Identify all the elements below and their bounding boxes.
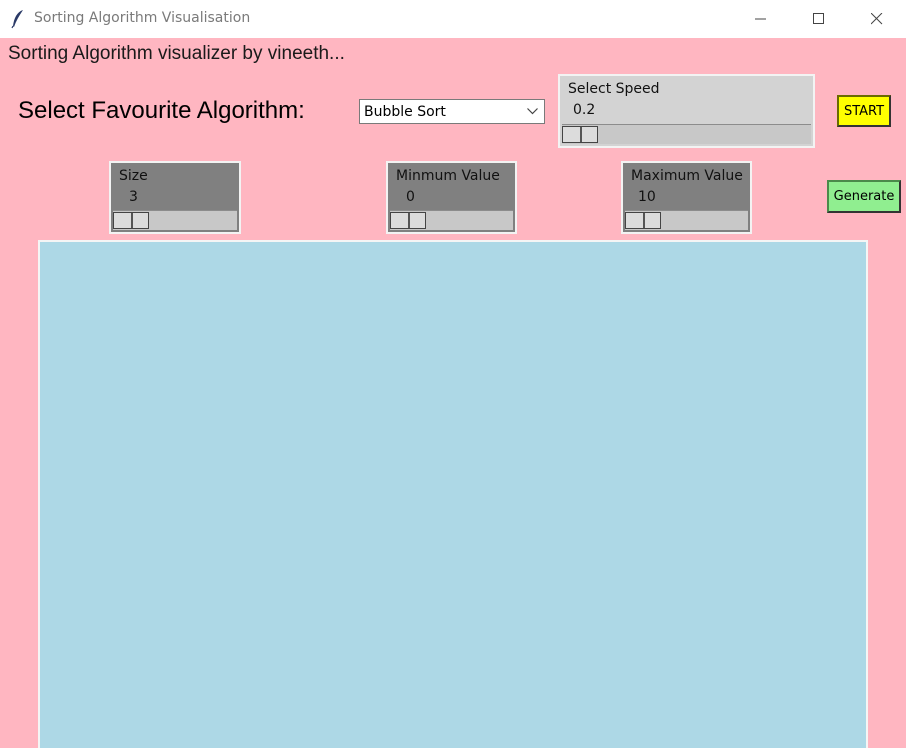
close-icon	[871, 13, 883, 25]
minimize-button[interactable]	[732, 0, 790, 38]
chevron-down-icon[interactable]	[527, 108, 538, 115]
min-value-value: 0	[406, 189, 415, 205]
size-value: 3	[129, 189, 138, 205]
size-label: Size	[119, 168, 148, 184]
max-value-label: Maximum Value	[631, 168, 743, 184]
min-value-slider[interactable]: Minmum Value 0	[386, 161, 517, 234]
title-bar[interactable]: Sorting Algorithm Visualisation	[0, 0, 906, 38]
min-value-label: Minmum Value	[396, 168, 500, 184]
minimize-icon	[755, 18, 766, 20]
algorithm-select[interactable]: Bubble Sort	[359, 99, 545, 124]
speed-slider[interactable]: Select Speed 0.2	[558, 74, 815, 148]
min-value-slider-thumb[interactable]	[390, 212, 426, 229]
app-window: Sorting Algorithm Visualisation Sorting …	[0, 0, 906, 748]
size-trough[interactable]	[113, 210, 237, 230]
visualization-canvas	[38, 240, 868, 748]
maximize-icon	[813, 13, 824, 24]
feather-icon	[11, 10, 23, 29]
speed-label: Select Speed	[568, 81, 660, 97]
min-value-trough[interactable]	[390, 210, 513, 230]
speed-slider-thumb[interactable]	[562, 126, 598, 143]
generate-button[interactable]: Generate	[827, 180, 901, 213]
max-value-trough[interactable]	[625, 210, 748, 230]
app-heading: Sorting Algorithm visualizer by vineeth.…	[8, 43, 345, 64]
algorithm-select-value: Bubble Sort	[364, 104, 446, 120]
algorithm-label: Select Favourite Algorithm:	[18, 97, 305, 124]
max-value-slider[interactable]: Maximum Value 10	[621, 161, 752, 234]
start-button[interactable]: START	[837, 95, 891, 127]
speed-trough[interactable]	[562, 124, 811, 144]
size-slider[interactable]: Size 3	[109, 161, 241, 234]
close-button[interactable]	[848, 0, 906, 38]
size-slider-thumb[interactable]	[113, 212, 149, 229]
max-value-value: 10	[638, 189, 656, 205]
speed-value: 0.2	[573, 102, 596, 118]
maximize-button[interactable]	[790, 0, 848, 38]
window-title: Sorting Algorithm Visualisation	[34, 10, 251, 26]
max-value-slider-thumb[interactable]	[625, 212, 661, 229]
